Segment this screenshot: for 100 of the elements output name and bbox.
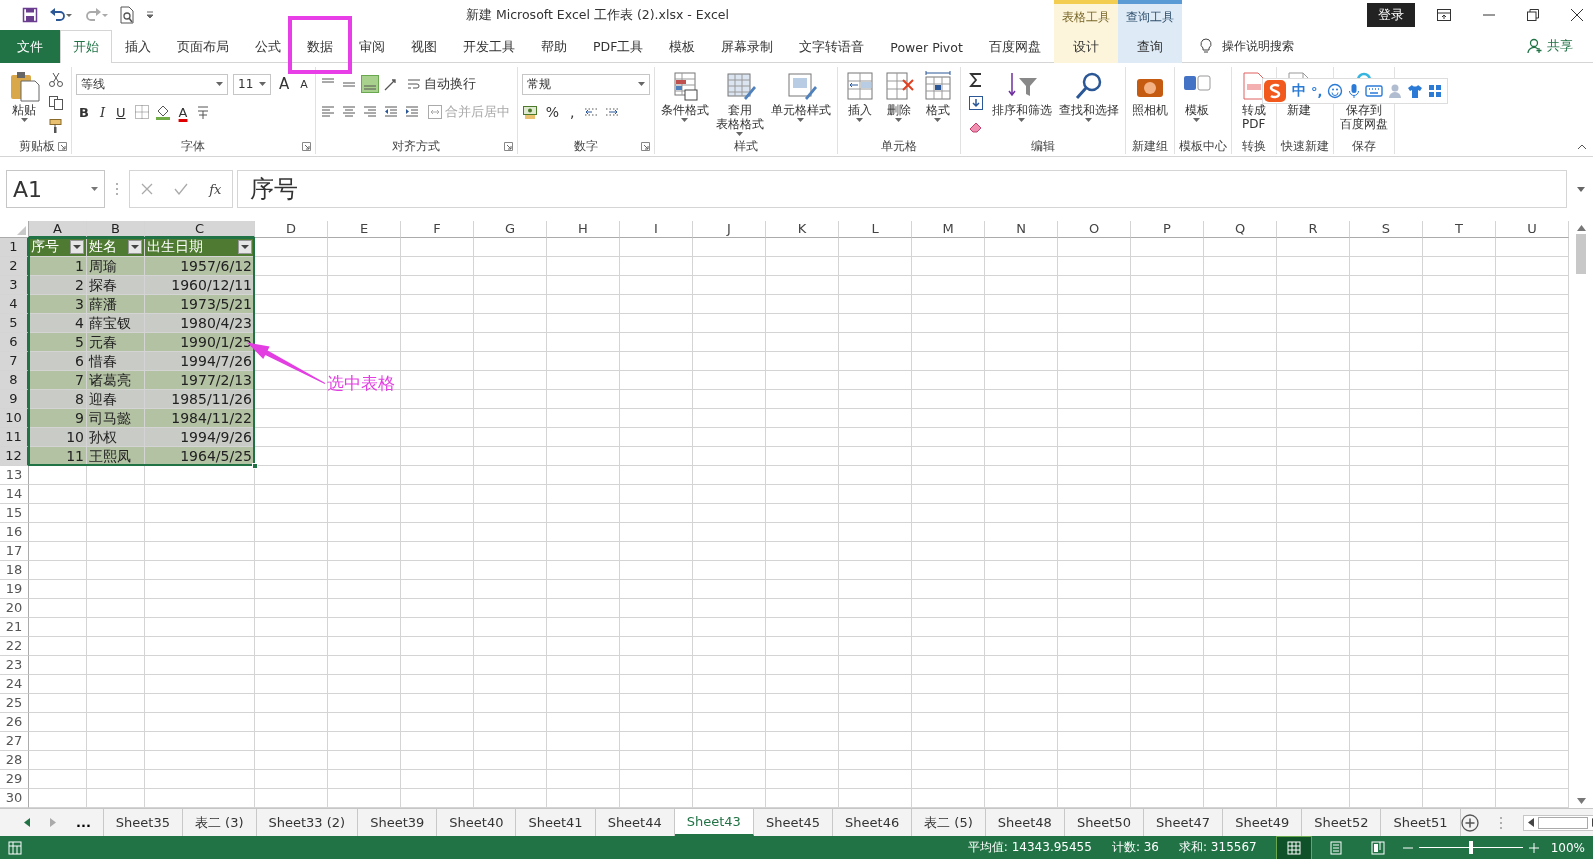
dropdown-field[interactable]: 常规 bbox=[521, 73, 650, 95]
row-header[interactable]: 29 bbox=[0, 770, 29, 789]
column-header[interactable]: N bbox=[985, 221, 1058, 238]
row-header[interactable]: 17 bbox=[0, 542, 29, 561]
orientation-icon[interactable] bbox=[382, 76, 399, 92]
toolbar-button[interactable]: A bbox=[276, 73, 293, 95]
smiley-icon[interactable] bbox=[1327, 83, 1344, 99]
dialog-launcher-icon[interactable] bbox=[503, 142, 513, 151]
ribbon-button[interactable]: 照相机 bbox=[1129, 68, 1170, 119]
row-header[interactable]: 19 bbox=[0, 580, 29, 599]
row-header[interactable]: 6 bbox=[0, 333, 29, 352]
slider-thumb[interactable] bbox=[1468, 841, 1473, 854]
ribbon-display-icon[interactable] bbox=[1437, 9, 1451, 21]
sum-icon[interactable] bbox=[967, 72, 984, 88]
fill-handle[interactable] bbox=[252, 463, 258, 469]
scroll-thumb[interactable] bbox=[1576, 234, 1586, 274]
ribbon-button[interactable]: 单元格样式 bbox=[768, 68, 833, 124]
ribbon-tab[interactable]: 查询 bbox=[1117, 30, 1182, 63]
ribbon-tab[interactable]: PDF工具 bbox=[580, 30, 657, 63]
name-box[interactable]: A1 bbox=[6, 170, 105, 208]
grid-icon[interactable] bbox=[1428, 84, 1443, 98]
ribbon-tab[interactable]: 屏幕录制 bbox=[708, 30, 787, 63]
ribbon-button[interactable]: 格式 bbox=[919, 68, 956, 124]
filter-button[interactable] bbox=[70, 240, 84, 254]
row-header[interactable]: 7 bbox=[0, 352, 29, 371]
column-header[interactable]: H bbox=[547, 221, 620, 238]
tell-me-search[interactable]: 操作说明搜索 bbox=[1221, 37, 1294, 55]
filter-button[interactable] bbox=[238, 240, 252, 254]
row-header[interactable]: 20 bbox=[0, 599, 29, 618]
ribbon-tab[interactable]: 开发工具 bbox=[450, 30, 528, 63]
ribbon-button[interactable]: 查找和选择 bbox=[1056, 68, 1121, 124]
row-header[interactable]: 2 bbox=[0, 257, 29, 276]
collapse-ribbon-icon[interactable] bbox=[1577, 144, 1587, 150]
ribbon-tab[interactable]: 数据 bbox=[294, 30, 346, 63]
column-header[interactable]: D bbox=[255, 221, 328, 238]
row-header[interactable]: 5 bbox=[0, 314, 29, 333]
microphone-icon[interactable] bbox=[1348, 83, 1361, 99]
column-header[interactable]: I bbox=[620, 221, 693, 238]
ribbon-tab[interactable]: 公式 bbox=[242, 30, 294, 63]
restore-icon[interactable] bbox=[1527, 9, 1539, 21]
filter-button[interactable] bbox=[128, 240, 142, 254]
row-header[interactable]: 10 bbox=[0, 409, 29, 428]
insert-function-button[interactable]: fx bbox=[209, 181, 222, 197]
share-button[interactable]: 共享 bbox=[1519, 30, 1593, 62]
ribbon-tab[interactable]: 模板 bbox=[656, 30, 709, 63]
formula-field[interactable]: 序号 bbox=[237, 170, 1567, 208]
ribbon-tab[interactable]: 文件 bbox=[0, 30, 60, 63]
shirt-icon[interactable] bbox=[1407, 83, 1424, 99]
lightbulb-icon[interactable] bbox=[1199, 38, 1212, 54]
fill-down-icon[interactable] bbox=[967, 95, 984, 111]
row-header[interactable]: 1 bbox=[0, 238, 29, 257]
save-icon[interactable] bbox=[22, 7, 38, 23]
ribbon-button[interactable]: 删除 bbox=[880, 68, 917, 124]
column-header[interactable]: E bbox=[328, 221, 401, 238]
scroll-left-icon[interactable] bbox=[1527, 818, 1534, 827]
column-header[interactable]: U bbox=[1496, 221, 1569, 238]
scissors-icon[interactable] bbox=[48, 72, 64, 88]
macro-record-icon[interactable] bbox=[8, 840, 22, 855]
punctuation-toggle[interactable]: °, bbox=[1311, 83, 1323, 99]
column-header[interactable]: O bbox=[1058, 221, 1131, 238]
column-header[interactable]: Q bbox=[1204, 221, 1277, 238]
paint-bucket-icon[interactable] bbox=[154, 104, 171, 120]
column-header[interactable]: G bbox=[474, 221, 547, 238]
normal-view-icon[interactable] bbox=[1276, 836, 1311, 859]
row-header[interactable]: 16 bbox=[0, 523, 29, 542]
ribbon-tab[interactable]: 文字转语音 bbox=[786, 30, 878, 63]
row-header[interactable]: 28 bbox=[0, 751, 29, 770]
row-header[interactable]: 21 bbox=[0, 618, 29, 637]
ribbon-tab[interactable]: 百度网盘 bbox=[975, 30, 1054, 63]
scroll-up-icon[interactable] bbox=[1576, 225, 1586, 231]
row-header[interactable]: 22 bbox=[0, 637, 29, 656]
add-sheet-icon[interactable] bbox=[1460, 813, 1479, 832]
row-header[interactable]: 3 bbox=[0, 276, 29, 295]
dialog-launcher-icon[interactable] bbox=[640, 142, 650, 151]
toolbar-button[interactable]: A bbox=[175, 101, 191, 123]
drag-handle-icon[interactable] bbox=[1498, 815, 1503, 830]
ribbon-button[interactable]: 排序和筛选 bbox=[989, 68, 1054, 124]
column-header[interactable]: K bbox=[766, 221, 839, 238]
scroll-thumb[interactable] bbox=[1537, 816, 1588, 829]
column-header[interactable]: J bbox=[693, 221, 766, 238]
ribbon-tab[interactable]: 设计 bbox=[1053, 30, 1118, 63]
ribbon-tab[interactable]: Power Pivot bbox=[877, 30, 976, 63]
ribbon-tab[interactable]: 开始 bbox=[60, 30, 112, 63]
ribbon-button[interactable]: 套用 表格格式 bbox=[713, 68, 766, 138]
paintbrush-icon[interactable] bbox=[48, 118, 64, 134]
toolbar-button[interactable]: A bbox=[297, 73, 311, 95]
close-icon[interactable] bbox=[1571, 9, 1583, 21]
column-header[interactable]: R bbox=[1277, 221, 1350, 238]
ribbon-button[interactable]: 模板 bbox=[1178, 68, 1215, 124]
row-header[interactable]: 9 bbox=[0, 390, 29, 409]
sheet-tab[interactable]: Sheet43 bbox=[674, 809, 754, 836]
scroll-down-icon[interactable] bbox=[1576, 798, 1586, 804]
dropdown-field[interactable]: 11 bbox=[233, 73, 271, 95]
keyboard-icon[interactable] bbox=[1365, 84, 1384, 98]
zoom-in-icon[interactable] bbox=[1528, 842, 1539, 853]
ribbon-tab[interactable]: 视图 bbox=[398, 30, 450, 63]
column-header[interactable]: L bbox=[839, 221, 912, 238]
customize-icon[interactable] bbox=[146, 11, 154, 19]
toolbar-button[interactable]: , bbox=[567, 101, 578, 123]
ribbon-tab[interactable]: 插入 bbox=[112, 30, 164, 63]
